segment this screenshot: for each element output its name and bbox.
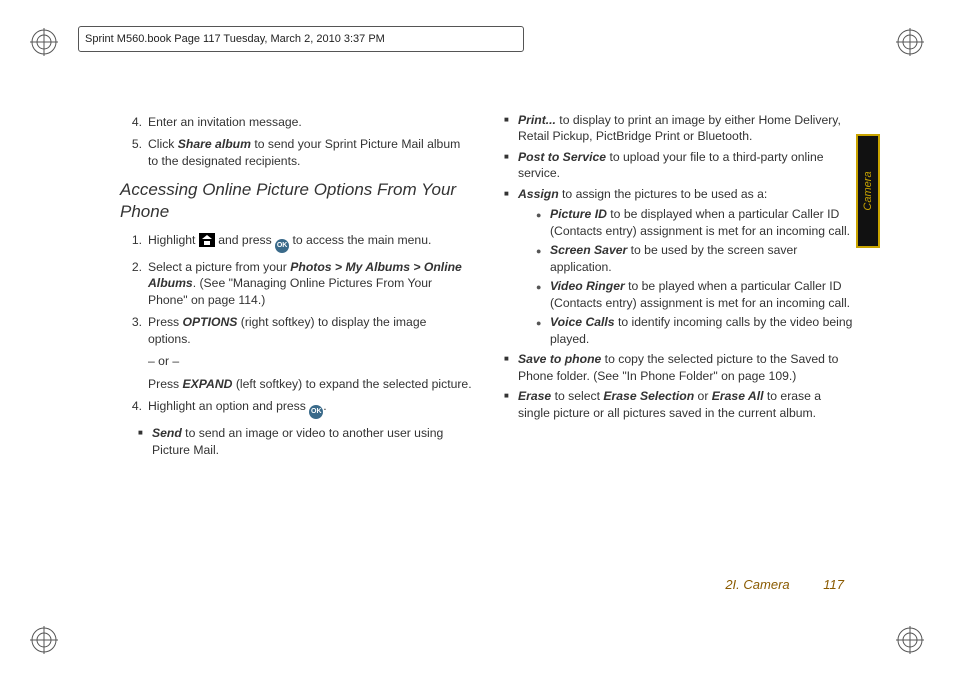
section-tab-label: Camera (862, 171, 874, 210)
option-name: Erase Selection (603, 389, 694, 403)
step-number: 4. (128, 114, 142, 130)
list-item: 5. Click Share album to send your Sprint… (128, 136, 472, 169)
step-text: Enter an invitation message. (148, 114, 472, 130)
dot-bullet-icon: ● (536, 242, 542, 275)
option-name: Picture ID (550, 207, 607, 221)
or-separator: – or – (148, 353, 472, 369)
column-right: ■ Print... to display to print an image … (502, 108, 854, 602)
page-number: 117 (823, 577, 844, 592)
nested-list-item: ● Voice Calls to identify incoming calls… (536, 314, 854, 347)
softkey-label: OPTIONS (183, 315, 238, 329)
square-bullet-icon: ■ (504, 351, 512, 384)
list-item: 4. Highlight an option and press OK. (128, 398, 472, 419)
ui-term: Share album (178, 137, 251, 151)
column-left: 4. Enter an invitation message. 5. Click… (120, 108, 472, 602)
list-item: 1. Highlight and press OK to access the … (128, 232, 472, 253)
page-body: 4. Enter an invitation message. 5. Click… (120, 108, 854, 602)
option-name: Screen Saver (550, 243, 627, 257)
crop-mark-icon (30, 626, 58, 654)
step-number: 5. (128, 136, 142, 169)
step-text: Select a picture from your Photos > My A… (148, 259, 472, 308)
nested-list-item: ● Video Ringer to be played when a parti… (536, 278, 854, 311)
crop-mark-icon (896, 28, 924, 56)
square-bullet-icon: ■ (504, 112, 512, 145)
option-name: Erase (518, 389, 551, 403)
option-name: Send (152, 426, 182, 440)
square-bullet-icon: ■ (504, 149, 512, 182)
option-name: Voice Calls (550, 315, 615, 329)
section-heading: Accessing Online Picture Options From Yo… (120, 179, 472, 222)
step-text: Click Share album to send your Sprint Pi… (148, 136, 472, 169)
square-bullet-icon: ■ (138, 425, 146, 458)
sub-list-item: ■ Print... to display to print an image … (504, 112, 854, 145)
sub-list-item: ■ Assign to assign the pictures to be us… (504, 186, 854, 202)
list-item: 2. Select a picture from your Photos > M… (128, 259, 472, 308)
option-name: Save to phone (518, 352, 601, 366)
section-tab-camera: Camera (856, 134, 880, 248)
step-number: 1. (128, 232, 142, 253)
option-name: Post to Service (518, 150, 606, 164)
dot-bullet-icon: ● (536, 278, 542, 311)
option-name: Erase All (712, 389, 764, 403)
dot-bullet-icon: ● (536, 206, 542, 239)
home-key-icon (199, 233, 215, 247)
document-header: Sprint M560.book Page 117 Tuesday, March… (78, 26, 524, 52)
step-text: Press OPTIONS (right softkey) to display… (148, 314, 472, 392)
list-item: 4. Enter an invitation message. (128, 114, 472, 130)
option-name: Print... (518, 113, 556, 127)
softkey-label: EXPAND (183, 377, 233, 391)
page-footer: 2I. Camera 117 (725, 577, 844, 592)
square-bullet-icon: ■ (504, 186, 512, 202)
step-number: 3. (128, 314, 142, 392)
ok-key-icon: OK (275, 239, 289, 253)
step-text: Highlight and press OK to access the mai… (148, 232, 472, 253)
list-item: 3. Press OPTIONS (right softkey) to disp… (128, 314, 472, 392)
dot-bullet-icon: ● (536, 314, 542, 347)
ok-key-icon: OK (309, 405, 323, 419)
sub-list-item: ■ Save to phone to copy the selected pic… (504, 351, 854, 384)
nested-list-item: ● Screen Saver to be used by the screen … (536, 242, 854, 275)
option-name: Assign (518, 187, 559, 201)
square-bullet-icon: ■ (504, 388, 512, 421)
step-text: Highlight an option and press OK. (148, 398, 472, 419)
crop-mark-icon (896, 626, 924, 654)
sub-list-item: ■ Post to Service to upload your file to… (504, 149, 854, 182)
footer-section: 2I. Camera (725, 577, 789, 592)
sub-list-item: ■ Erase to select Erase Selection or Era… (504, 388, 854, 421)
sub-list-item: ■ Send to send an image or video to anot… (138, 425, 472, 458)
step-number: 4. (128, 398, 142, 419)
crop-mark-icon (30, 28, 58, 56)
step-number: 2. (128, 259, 142, 308)
step-text-alt: Press EXPAND (left softkey) to expand th… (148, 376, 472, 392)
nested-list-item: ● Picture ID to be displayed when a part… (536, 206, 854, 239)
option-name: Video Ringer (550, 279, 625, 293)
